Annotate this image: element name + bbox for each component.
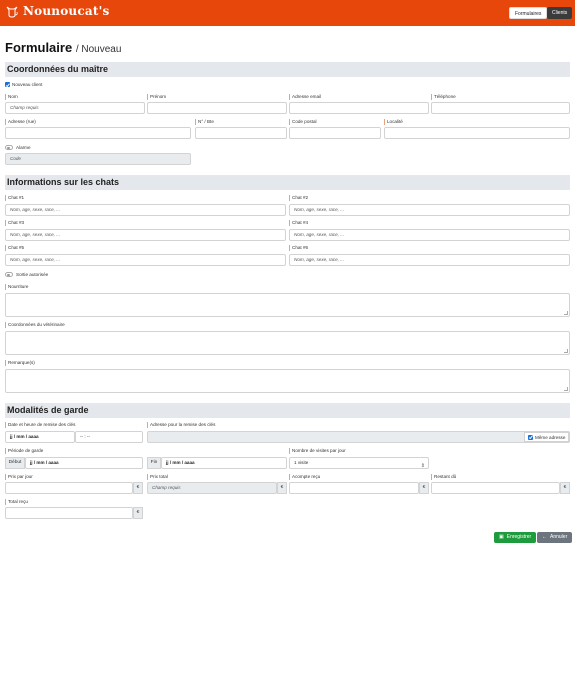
chat-5-label: Chat #5: [5, 245, 24, 251]
restant-input[interactable]: [431, 482, 560, 494]
page-title-main: Formulaire: [5, 40, 73, 55]
acompte-input[interactable]: [289, 482, 419, 494]
telephone-label: Téléphone: [431, 94, 456, 100]
chat-4-label: Chat #4: [289, 220, 308, 226]
euro-addon: €: [419, 482, 429, 494]
code-postal-input[interactable]: [289, 127, 381, 139]
periode-debut-input[interactable]: jj / mm / aaaa: [25, 457, 143, 469]
nav-clients-button[interactable]: Clients: [547, 7, 573, 19]
periode-fin-input[interactable]: jj / mm / aaaa: [161, 457, 287, 469]
nom-input[interactable]: Champ requis: [5, 102, 145, 114]
chat-2-input[interactable]: Nom, age, sexe, race, ...: [289, 204, 570, 216]
save-button[interactable]: ▣ Enregistrer: [494, 532, 537, 543]
nav-formulaires-button[interactable]: Formulaires: [509, 7, 548, 19]
cancel-button-label: Annuler: [550, 534, 568, 540]
brand[interactable]: Nounoucat's: [5, 4, 109, 18]
euro-addon: €: [133, 482, 143, 494]
section-garde-heading: Modalités de garde: [5, 403, 570, 418]
cat-logo-icon: [6, 6, 18, 18]
alarme-code-input[interactable]: Code: [5, 153, 191, 165]
total-recu-label: Total reçu: [5, 499, 28, 505]
prenom-input[interactable]: [147, 102, 287, 114]
section-maitre-heading: Coordonnées du maître: [5, 62, 570, 77]
prix-jour-label: Prix par jour: [5, 474, 33, 480]
save-button-label: Enregistrer: [506, 534, 532, 540]
veterinaire-textarea[interactable]: [5, 331, 570, 355]
periode-label: Période de garde: [5, 448, 43, 454]
remise-date-label: Date et heure de remise des clés: [5, 422, 75, 428]
chat-2-label: Chat #2: [289, 195, 308, 201]
toggle-switch-icon: [5, 272, 13, 277]
meme-adresse-label: Même adresse: [535, 434, 566, 440]
chat-1-input[interactable]: Nom, age, sexe, race, ...: [5, 204, 286, 216]
nom-label: Nom: [5, 94, 18, 100]
top-navbar: Nounoucat's Formulaires Clients: [0, 0, 575, 26]
telephone-input[interactable]: [431, 102, 570, 114]
cancel-button[interactable]: ← Annuler: [537, 532, 573, 543]
veterinaire-label: Coordonnées du vétérinaire: [5, 322, 65, 328]
email-label: Adresse email: [289, 94, 321, 100]
chat-6-label: Chat #6: [289, 245, 308, 251]
remarques-label: Remarque(s): [5, 360, 35, 366]
chat-3-input[interactable]: Nom, age, sexe, race, ...: [5, 229, 286, 241]
euro-addon: €: [560, 482, 570, 494]
remise-adresse-input[interactable]: [147, 431, 570, 443]
code-postal-label: Code postal: [289, 119, 317, 125]
nouveau-client-checkbox[interactable]: Nouveau client: [5, 82, 42, 87]
restant-label: Restant dû: [431, 474, 456, 480]
toggle-switch-icon: [5, 145, 13, 150]
arrow-left-icon: ←: [542, 534, 547, 540]
prix-total-input[interactable]: Champ requis: [147, 482, 277, 494]
localite-label: Localité: [384, 119, 403, 125]
sortie-label: Sortie autorisée: [16, 272, 49, 277]
chat-4-input[interactable]: Nom, age, sexe, race, ...: [289, 229, 570, 241]
remise-date-input[interactable]: jj / mm / aaaa: [5, 431, 75, 443]
email-input[interactable]: [289, 102, 429, 114]
adresse-label: Adresse (rue): [5, 119, 36, 125]
alarme-toggle[interactable]: Alarme: [5, 145, 31, 150]
fin-addon: Fin: [147, 457, 161, 469]
page-title-subtitle: / Nouveau: [75, 44, 122, 55]
section-chats-heading: Informations sur les chats: [5, 175, 570, 190]
remarques-textarea[interactable]: [5, 369, 570, 393]
nourriture-label: Nourriture: [5, 284, 28, 290]
sortie-toggle[interactable]: Sortie autorisée: [5, 272, 48, 277]
numero-input[interactable]: [195, 127, 287, 139]
euro-addon: €: [277, 482, 287, 494]
chat-3-label: Chat #3: [5, 220, 24, 226]
euro-addon: €: [133, 507, 143, 519]
meme-adresse-checkbox[interactable]: Même adresse: [524, 432, 570, 442]
adresse-input[interactable]: [5, 127, 191, 139]
acompte-label: Acompte reçu: [289, 474, 320, 480]
visites-select[interactable]: 1 visite ⇕: [289, 457, 429, 469]
save-icon: ▣: [499, 534, 504, 540]
prix-jour-input[interactable]: [5, 482, 133, 494]
chat-1-label: Chat #1: [5, 195, 24, 201]
chevron-down-icon: ⇕: [420, 463, 425, 469]
checkbox-checked-icon: [5, 82, 10, 87]
brand-name: Nounoucat's: [23, 4, 110, 18]
chat-6-input[interactable]: Nom, age, sexe, race, ...: [289, 254, 570, 266]
remise-adresse-label: Adresse pour la remise des clés: [147, 422, 215, 428]
total-recu-input[interactable]: [5, 507, 133, 519]
debut-addon: Début: [5, 457, 25, 469]
visites-select-value: 1 visite: [294, 460, 309, 465]
prenom-label: Prénom: [147, 94, 166, 100]
checkbox-checked-icon: [528, 434, 533, 440]
numero-label: N° / Bte: [195, 119, 214, 125]
remise-time-input[interactable]: -- : --: [75, 431, 143, 443]
prix-total-label: Prix total: [147, 474, 168, 480]
chat-5-input[interactable]: Nom, age, sexe, race, ...: [5, 254, 286, 266]
alarme-label: Alarme: [16, 145, 31, 150]
visites-label: Nombre de visites par jour: [289, 448, 346, 454]
page-title: Formulaire / Nouveau: [5, 40, 121, 55]
nourriture-textarea[interactable]: [5, 293, 570, 317]
localite-input[interactable]: [384, 127, 570, 139]
nouveau-client-label: Nouveau client: [12, 82, 43, 87]
